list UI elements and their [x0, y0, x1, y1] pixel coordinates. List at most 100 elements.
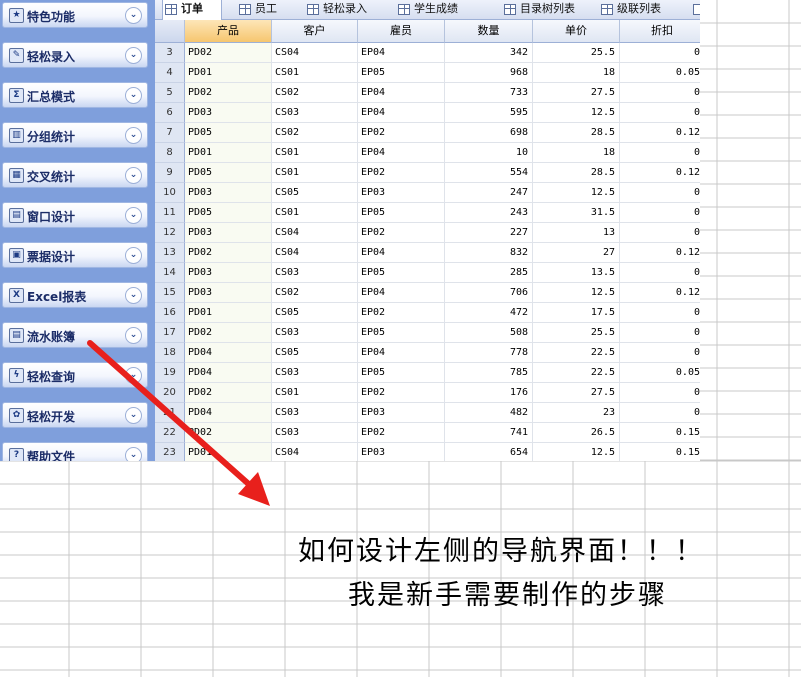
nav-item-9[interactable]: ▤ 流水账簿 ⌄ — [2, 322, 148, 348]
table-cell[interactable]: 733 — [445, 83, 533, 103]
row-number[interactable]: 3 — [155, 43, 185, 63]
table-cell[interactable]: 0 — [620, 103, 700, 123]
nav-item-7[interactable]: ▣ 票据设计 ⌄ — [2, 242, 148, 268]
table-cell[interactable]: 778 — [445, 343, 533, 363]
table-cell[interactable]: 227 — [445, 223, 533, 243]
table-cell[interactable]: PD01 — [185, 443, 272, 461]
table-cell[interactable]: EP05 — [358, 363, 445, 383]
chevron-double-down-icon[interactable]: ⌄ — [125, 7, 142, 24]
table-cell[interactable]: 26.5 — [533, 423, 620, 443]
table-cell[interactable]: PD01 — [185, 63, 272, 83]
table-cell[interactable]: 31.5 — [533, 203, 620, 223]
table-cell[interactable]: 28.5 — [533, 163, 620, 183]
select-all-corner[interactable] — [155, 20, 185, 43]
table-cell[interactable]: 0 — [620, 203, 700, 223]
row-number[interactable]: 9 — [155, 163, 185, 183]
table-cell[interactable]: EP02 — [358, 163, 445, 183]
table-cell[interactable]: PD02 — [185, 83, 272, 103]
table-cell[interactable]: 0.05 — [620, 363, 700, 383]
row-number[interactable]: 4 — [155, 63, 185, 83]
table-cell[interactable]: 0 — [620, 303, 700, 323]
table-cell[interactable]: CS03 — [272, 263, 358, 283]
table-row[interactable]: 14 PD03 CS03 EP05 285 13.5 0 — [155, 263, 700, 283]
chevron-double-down-icon[interactable]: ⌄ — [125, 127, 142, 144]
chevron-double-down-icon[interactable]: ⌄ — [125, 247, 142, 264]
table-cell[interactable]: 12.5 — [533, 183, 620, 203]
table-cell[interactable]: 12.5 — [533, 103, 620, 123]
row-number[interactable]: 14 — [155, 263, 185, 283]
table-row[interactable]: 22 PD02 CS03 EP02 741 26.5 0.15 — [155, 423, 700, 443]
table-row[interactable]: 13 PD02 CS04 EP04 832 27 0.12 — [155, 243, 700, 263]
table-row[interactable]: 7 PD05 CS02 EP02 698 28.5 0.12 — [155, 123, 700, 143]
table-cell[interactable]: CS04 — [272, 443, 358, 461]
row-number[interactable]: 7 — [155, 123, 185, 143]
table-cell[interactable]: PD01 — [185, 143, 272, 163]
column-header[interactable]: 客户 — [272, 20, 358, 43]
row-number[interactable]: 13 — [155, 243, 185, 263]
table-cell[interactable]: EP04 — [358, 83, 445, 103]
table-cell[interactable]: 22.5 — [533, 343, 620, 363]
table-row[interactable]: 23 PD01 CS04 EP03 654 12.5 0.15 — [155, 443, 700, 461]
table-cell[interactable]: 554 — [445, 163, 533, 183]
chevron-double-down-icon[interactable]: ⌄ — [125, 207, 142, 224]
table-cell[interactable]: 12.5 — [533, 283, 620, 303]
table-cell[interactable]: EP05 — [358, 323, 445, 343]
table-cell[interactable]: 342 — [445, 43, 533, 63]
table-cell[interactable]: EP02 — [358, 223, 445, 243]
table-cell[interactable]: EP05 — [358, 63, 445, 83]
tab-2[interactable]: 员工 — [237, 0, 297, 20]
table-row[interactable]: 15 PD03 CS02 EP04 706 12.5 0.12 — [155, 283, 700, 303]
table-cell[interactable]: 832 — [445, 243, 533, 263]
table-cell[interactable]: 0 — [620, 223, 700, 243]
table-cell[interactable]: 706 — [445, 283, 533, 303]
table-cell[interactable]: EP03 — [358, 183, 445, 203]
row-number[interactable]: 6 — [155, 103, 185, 123]
table-cell[interactable]: 0 — [620, 43, 700, 63]
table-cell[interactable]: EP02 — [358, 303, 445, 323]
table-cell[interactable]: PD04 — [185, 403, 272, 423]
table-cell[interactable]: PD02 — [185, 323, 272, 343]
table-cell[interactable]: 968 — [445, 63, 533, 83]
table-cell[interactable]: 0 — [620, 263, 700, 283]
table-cell[interactable]: 25.5 — [533, 323, 620, 343]
table-cell[interactable]: CS03 — [272, 323, 358, 343]
table-cell[interactable]: EP05 — [358, 263, 445, 283]
table-row[interactable]: 21 PD04 CS03 EP03 482 23 0 — [155, 403, 700, 423]
table-cell[interactable]: PD01 — [185, 303, 272, 323]
table-cell[interactable]: EP05 — [358, 203, 445, 223]
column-header[interactable]: 折扣 — [620, 20, 700, 43]
row-number[interactable]: 5 — [155, 83, 185, 103]
table-cell[interactable]: PD04 — [185, 363, 272, 383]
table-row[interactable]: 19 PD04 CS03 EP05 785 22.5 0.05 — [155, 363, 700, 383]
column-header[interactable]: 雇员 — [358, 20, 445, 43]
table-cell[interactable]: PD02 — [185, 383, 272, 403]
row-number[interactable]: 18 — [155, 343, 185, 363]
table-cell[interactable]: 28.5 — [533, 123, 620, 143]
table-cell[interactable]: 0.12 — [620, 163, 700, 183]
nav-item-5[interactable]: ▦ 交叉统计 ⌄ — [2, 162, 148, 188]
row-number[interactable]: 15 — [155, 283, 185, 303]
table-cell[interactable]: 741 — [445, 423, 533, 443]
table-cell[interactable]: PD03 — [185, 263, 272, 283]
row-number[interactable]: 21 — [155, 403, 185, 423]
table-row[interactable]: 18 PD04 CS05 EP04 778 22.5 0 — [155, 343, 700, 363]
nav-item-10[interactable]: ϟ 轻松查询 ⌄ — [2, 362, 148, 388]
table-row[interactable]: 3 PD02 CS04 EP04 342 25.5 0 — [155, 43, 700, 63]
table-cell[interactable]: 285 — [445, 263, 533, 283]
table-cell[interactable]: CS05 — [272, 343, 358, 363]
table-cell[interactable]: CS01 — [272, 203, 358, 223]
table-cell[interactable]: 0 — [620, 383, 700, 403]
table-cell[interactable]: CS03 — [272, 403, 358, 423]
table-cell[interactable]: EP04 — [358, 143, 445, 163]
table-cell[interactable]: 22.5 — [533, 363, 620, 383]
table-cell[interactable]: EP04 — [358, 103, 445, 123]
table-cell[interactable]: 243 — [445, 203, 533, 223]
tab-5[interactable]: 目录树列表 — [502, 0, 590, 20]
tab-1[interactable]: 订单 — [162, 0, 222, 20]
table-cell[interactable]: 0 — [620, 183, 700, 203]
tab-4[interactable]: 学生成绩 — [396, 0, 492, 20]
chevron-double-down-icon[interactable]: ⌄ — [125, 327, 142, 344]
table-cell[interactable]: 25.5 — [533, 43, 620, 63]
tab-6[interactable]: 级联列表 — [599, 0, 689, 20]
table-cell[interactable]: PD02 — [185, 43, 272, 63]
